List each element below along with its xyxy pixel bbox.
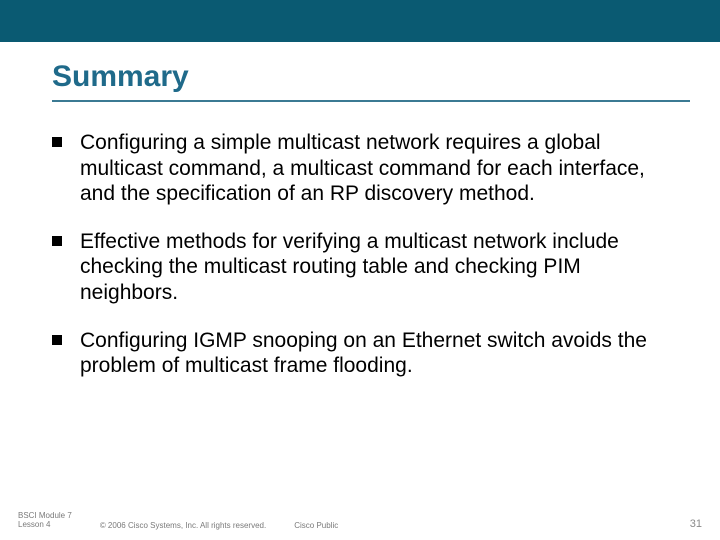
module-label: BSCI Module 7 Lesson 4 [18, 511, 72, 530]
copyright-text: © 2006 Cisco Systems, Inc. All rights re… [100, 521, 266, 530]
footer: BSCI Module 7 Lesson 4 © 2006 Cisco Syst… [18, 511, 702, 530]
bullet-text: Configuring a simple multicast network r… [80, 130, 680, 207]
page-number: 31 [690, 518, 702, 530]
bullet-text: Configuring IGMP snooping on an Ethernet… [80, 328, 680, 379]
module-line1: BSCI Module 7 [18, 511, 72, 521]
classification-text: Cisco Public [294, 521, 338, 530]
square-bullet-icon [52, 335, 62, 345]
slide-title: Summary [52, 60, 189, 94]
bullet-text: Effective methods for verifying a multic… [80, 229, 680, 306]
bullet-item: Effective methods for verifying a multic… [52, 229, 680, 306]
title-underline [52, 100, 690, 102]
content-area: Configuring a simple multicast network r… [52, 130, 680, 401]
slide: Summary Configuring a simple multicast n… [0, 0, 720, 540]
square-bullet-icon [52, 137, 62, 147]
footer-left: BSCI Module 7 Lesson 4 © 2006 Cisco Syst… [18, 511, 338, 530]
bullet-item: Configuring a simple multicast network r… [52, 130, 680, 207]
module-line2: Lesson 4 [18, 520, 72, 530]
square-bullet-icon [52, 236, 62, 246]
top-bar [0, 0, 720, 42]
bullet-item: Configuring IGMP snooping on an Ethernet… [52, 328, 680, 379]
